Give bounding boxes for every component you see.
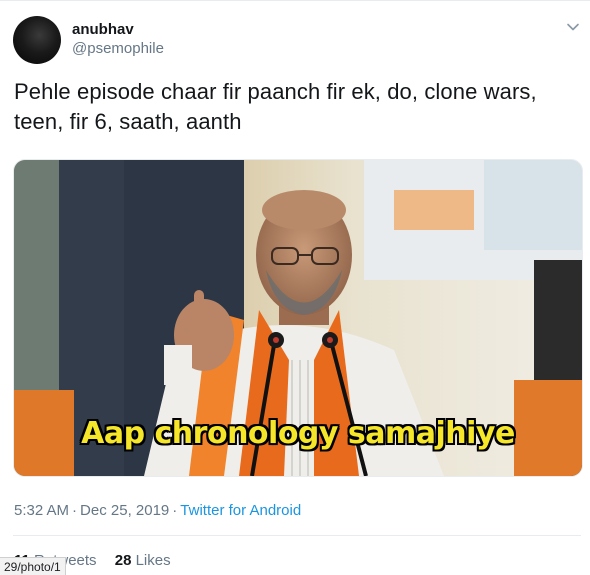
display-name[interactable]: anubhav: [72, 21, 134, 38]
tweet-source-link[interactable]: Twitter for Android: [180, 502, 301, 519]
meme-caption: Aap chronology samajhiye: [81, 416, 515, 451]
meta-separator: ·: [72, 502, 78, 519]
status-bar-url: 29/photo/1: [0, 557, 66, 575]
chevron-down-icon[interactable]: [564, 18, 582, 36]
tweet-page: anubhav @psemophile Pehle episode chaar …: [0, 0, 590, 575]
tweet-photo[interactable]: Aap chronology samajhiye: [13, 159, 583, 477]
tweet-text: Pehle episode chaar fir paanch fir ek, d…: [14, 79, 537, 134]
likes-stat[interactable]: 28 Likes: [115, 552, 171, 569]
stats-divider: [13, 535, 581, 536]
top-divider: [0, 0, 590, 1]
tweet-meta: 5:32 AM · Dec 25, 2019 · Twitter for Android: [14, 502, 301, 519]
avatar[interactable]: [13, 16, 61, 64]
meta-separator-2: ·: [172, 502, 178, 519]
user-handle[interactable]: @psemophile: [72, 40, 164, 57]
tweet-date[interactable]: Dec 25, 2019: [80, 502, 169, 519]
likes-count: 28: [114, 552, 132, 569]
tweet-time[interactable]: 5:32 AM: [14, 502, 69, 519]
likes-label: Likes: [135, 552, 171, 569]
